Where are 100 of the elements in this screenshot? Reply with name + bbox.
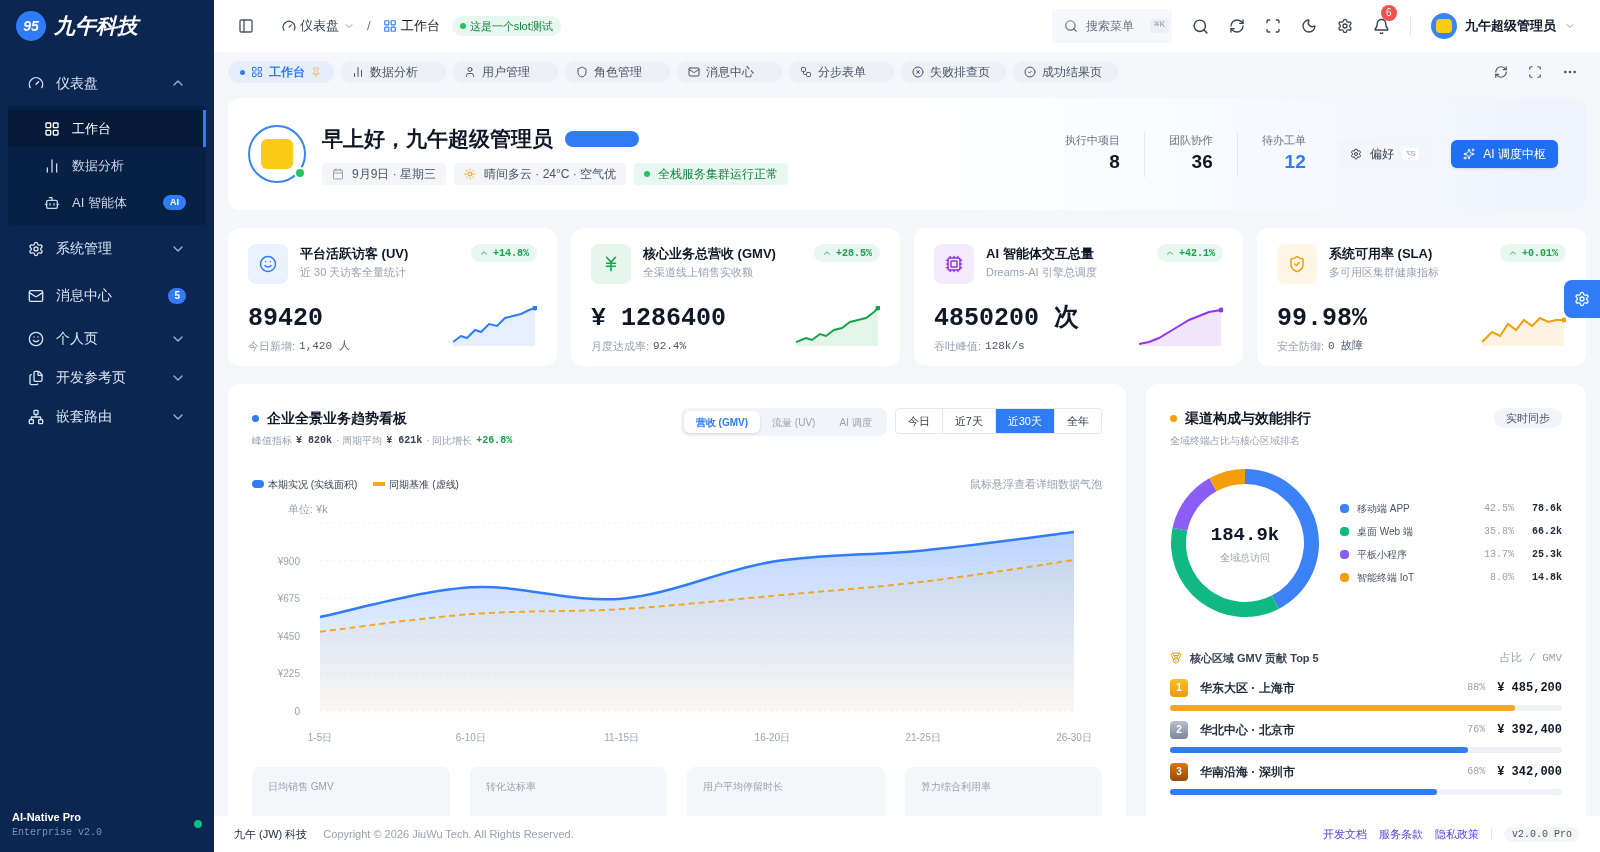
copyright: Copyright © 2026 JiuWu Tech. All Rights Reserved.: [323, 826, 574, 842]
stat-label: 执行中项目: [1064, 132, 1120, 148]
range-option[interactable]: 近7天: [941, 409, 995, 433]
segment-option[interactable]: 营收 (GMV): [683, 411, 761, 433]
column-hint: 占比 / GMV: [1500, 651, 1562, 666]
tree-icon: [28, 408, 44, 425]
legend-label: 移动端 APP: [1357, 502, 1410, 516]
tab[interactable]: 数据分析: [340, 61, 446, 83]
settings-fab[interactable]: [1564, 280, 1600, 318]
rank-badge: 2: [1170, 720, 1188, 739]
footer-link[interactable]: 服务条款: [1379, 825, 1423, 843]
submenu-item[interactable]: 数据分析: [8, 147, 206, 184]
rank-badge: 3: [1170, 762, 1188, 781]
card-title: 渠道构成与效能排行: [1185, 409, 1311, 428]
legend-label: 本期实况 (实线面积): [268, 477, 358, 492]
breadcrumb-link[interactable]: 仪表盘: [282, 16, 355, 36]
y-tick-label: 0: [294, 705, 300, 717]
legend-swatch: [373, 482, 386, 487]
notification-badge: 6: [1381, 4, 1397, 21]
trend-badge: +14.8%: [471, 244, 537, 262]
legend-label: 桌面 Web 端: [1357, 525, 1413, 539]
legend-amount: 25.3k: [1531, 548, 1562, 562]
up-icon: [1508, 248, 1518, 258]
region-name: 华北中心 · 北京市: [1200, 721, 1295, 739]
footer-link[interactable]: 隐私政策: [1435, 825, 1479, 843]
chip-icon: [945, 255, 963, 273]
moon-icon[interactable]: [1301, 18, 1317, 34]
x-tick-label: 1-5日: [307, 731, 333, 743]
kpi-footnote-label: 月度达成率:: [591, 338, 650, 354]
legend-share: 8.0%: [1490, 571, 1514, 585]
primary-button[interactable]: AI 调度中枢: [1451, 140, 1558, 168]
rank-badge: 1: [1170, 678, 1188, 697]
grid-icon: [251, 66, 263, 78]
tab[interactable]: 角色管理: [564, 61, 670, 83]
trend-badge: +0.01%: [1500, 244, 1566, 262]
tab[interactable]: 成功结果页: [1012, 61, 1118, 83]
submenu-item[interactable]: 工作台: [8, 110, 206, 147]
summary-label: 算力综合利用率: [920, 780, 991, 792]
refresh-icon[interactable]: [1229, 18, 1245, 34]
calendar-icon: [332, 167, 344, 180]
ai-badge: AI: [163, 195, 186, 210]
summary-label: 日均销售 GMV: [268, 780, 334, 792]
region-gmv: ¥ 485,200: [1497, 679, 1562, 697]
summary-label: 转化达标率: [485, 780, 536, 792]
fullscreen-icon[interactable]: [1528, 65, 1542, 79]
y-tick-label: ¥225: [277, 667, 300, 679]
kpi-value: 99.98%: [1277, 303, 1367, 335]
info-chip: 晴间多云 · 24°C · 空气优: [454, 162, 627, 185]
menu-item[interactable]: 消息中心 5: [8, 272, 206, 319]
tab[interactable]: 失败排查页: [900, 61, 1006, 83]
files-icon: [28, 369, 44, 386]
region-gmv: ¥ 342,000: [1497, 763, 1562, 781]
settings-icon: [1349, 148, 1362, 160]
user-menu[interactable]: 九午超级管理员: [1431, 13, 1576, 39]
kpi-value: ¥ 1286400: [591, 303, 727, 335]
kpi-footnote-label: 吞吐峰值:: [934, 338, 982, 354]
legend-share: 42.5%: [1484, 502, 1514, 516]
footer-brand: 九午 (JW) 科技: [234, 826, 308, 842]
metric-label: · 同比增长: [426, 434, 473, 448]
y-tick-label: ¥675: [277, 592, 300, 604]
x-tick-label: 16-20日: [754, 731, 791, 743]
range-option[interactable]: 全年: [1054, 409, 1101, 433]
grid-icon: [44, 120, 60, 137]
tab[interactable]: 消息中心: [676, 61, 782, 83]
footer-link[interactable]: 开发文档: [1323, 825, 1367, 843]
summary-label: 用户平均停留时长: [703, 780, 783, 792]
legend-share: 13.7%: [1484, 548, 1514, 562]
collapse-icon[interactable]: [238, 18, 254, 34]
medal-icon: [1170, 652, 1182, 665]
gauge-icon: [28, 75, 44, 91]
tab[interactable]: 分步表单: [788, 61, 894, 83]
bar-chart-icon: [352, 66, 364, 78]
menu-item[interactable]: 个人页: [8, 319, 206, 358]
legend-amount: 66.2k: [1531, 525, 1562, 539]
menu-item[interactable]: 仪表盘: [8, 60, 206, 106]
menu-item[interactable]: 开发参考页: [8, 358, 206, 397]
search-input[interactable]: 搜索菜单: [1086, 17, 1142, 35]
greeting: 早上好，九午超级管理员: [322, 126, 553, 153]
menu-item[interactable]: 系统管理: [8, 225, 206, 272]
legend-share: 35.8%: [1484, 525, 1514, 539]
metric-value: +26.8%: [476, 434, 513, 448]
breadcrumb-link[interactable]: 工作台: [382, 16, 440, 36]
search-icon[interactable]: [1192, 17, 1209, 35]
fullscreen-icon[interactable]: [1265, 18, 1281, 34]
stat-value: 8: [1109, 150, 1120, 174]
menu-item[interactable]: 嵌套路由: [8, 397, 206, 436]
kpi-subtitle: 近 30 天访客全量统计: [300, 264, 408, 280]
legend-label: 同期基准 (虚线): [389, 477, 459, 492]
preference-button[interactable]: 偏好 ⌥S: [1337, 139, 1432, 169]
notification-icon[interactable]: [1373, 17, 1390, 35]
count-badge: 5: [168, 287, 186, 304]
tab[interactable]: 用户管理: [452, 61, 558, 83]
range-option[interactable]: 近30天: [994, 409, 1054, 433]
submenu-item[interactable]: AI 智能体 AI: [8, 184, 206, 221]
kpi-subtitle: 全渠道线上销售实收额: [643, 264, 754, 280]
settings-icon[interactable]: [1337, 18, 1353, 34]
kpi-footnote-value: 128k/s: [985, 338, 1025, 354]
refresh-icon[interactable]: [1494, 65, 1508, 79]
range-option[interactable]: 今日: [895, 409, 942, 433]
mail-icon: [28, 287, 44, 304]
